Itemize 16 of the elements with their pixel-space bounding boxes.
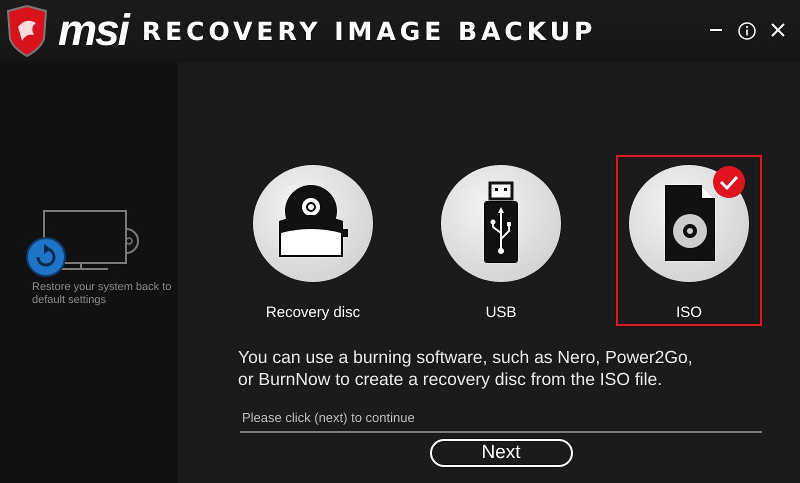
option-tile[interactable]: USB (428, 155, 574, 326)
option-label: Recovery disc (266, 302, 360, 322)
app-title: RECOVERY IMAGE BACKUP (142, 18, 596, 44)
option-tile[interactable]: ISO (616, 155, 762, 326)
option-tile[interactable]: Recovery disc (240, 155, 386, 326)
next-button[interactable]: Next (430, 438, 572, 466)
shield-logo-icon (4, 5, 50, 57)
close-icon[interactable] (770, 22, 786, 38)
restore-caption: Restore your system back to default settings (32, 280, 172, 306)
info-icon[interactable] (738, 22, 756, 40)
checkmark-icon (712, 165, 746, 199)
msi-logo: msi (58, 9, 128, 53)
hint-text: Please click (next) to continue (240, 408, 762, 432)
option-label: USB (486, 302, 516, 322)
description-text: You can use a burning software, such as Nero, Power2Go, or BurnNow to create a recovery disc from the ISO file. (238, 346, 694, 390)
option-label: ISO (676, 302, 702, 322)
